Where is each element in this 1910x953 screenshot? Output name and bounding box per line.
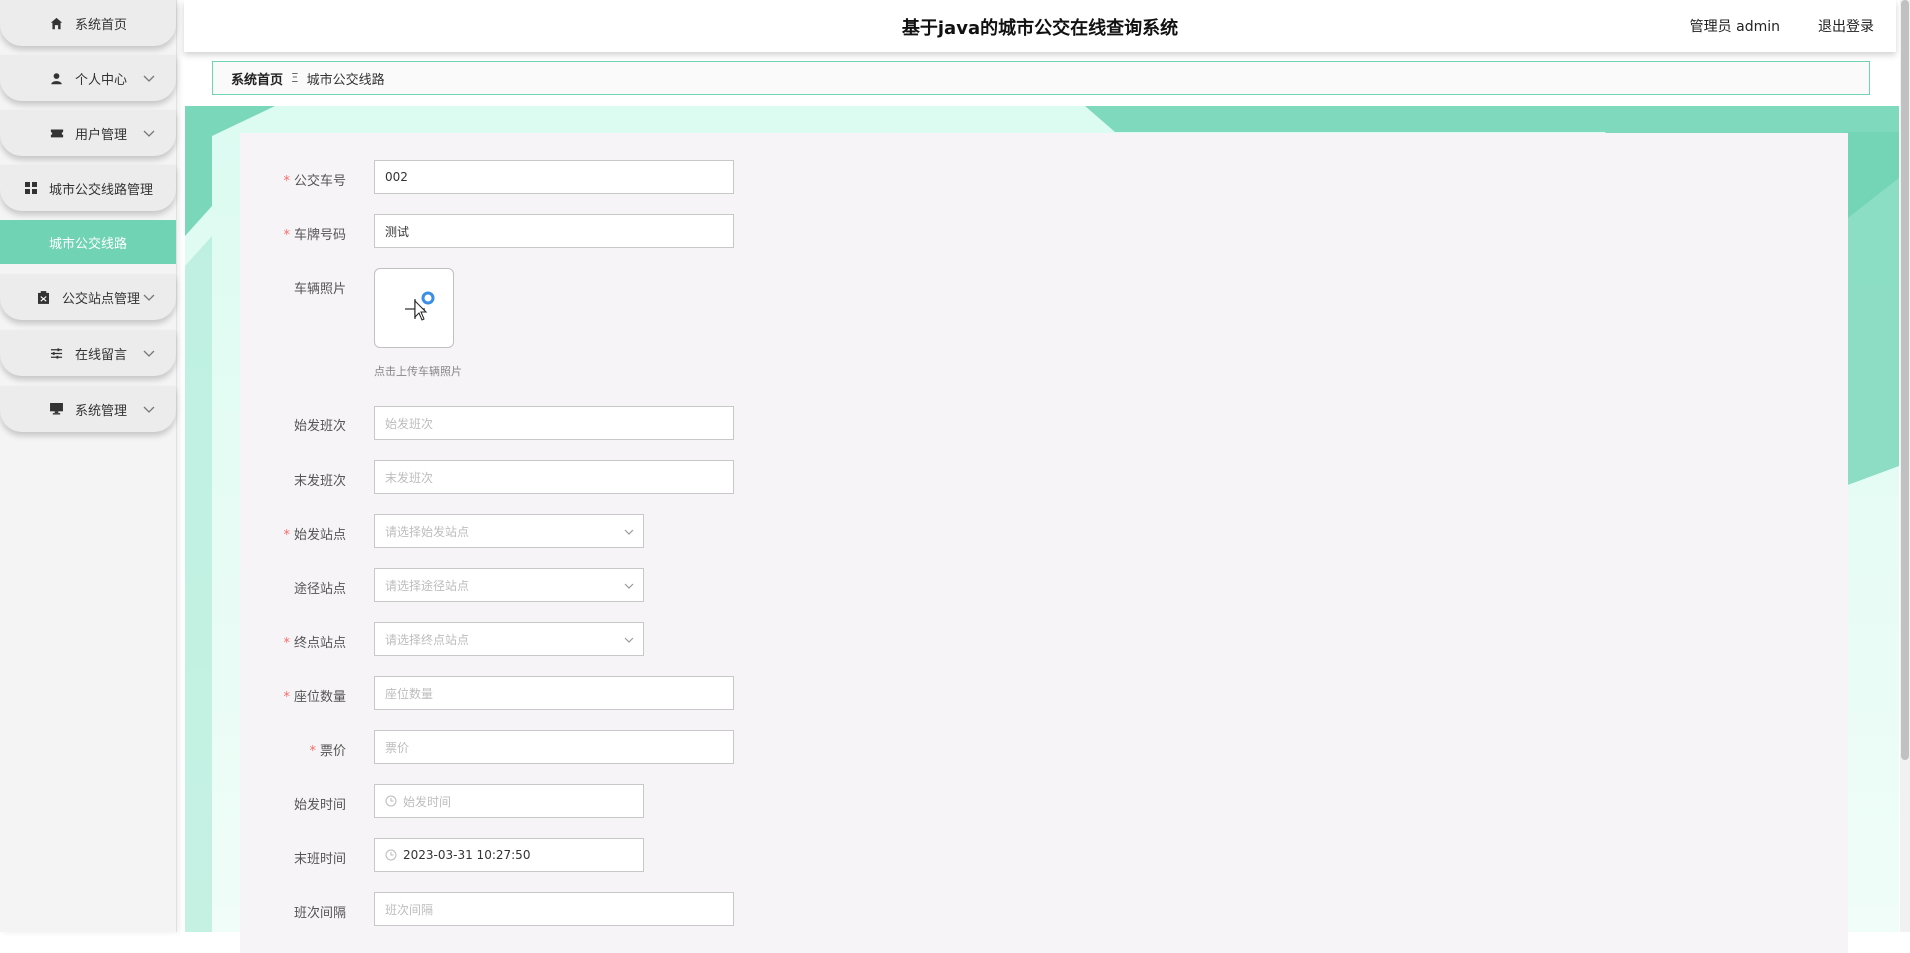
sliders-icon	[49, 345, 65, 361]
home-icon	[49, 15, 65, 31]
sidebar-item-label: 系统首页	[74, 17, 127, 33]
chevron-down-icon	[143, 130, 155, 137]
sidebar-item-system-management[interactable]: 系统管理	[0, 386, 176, 432]
current-user: 管理员 admin	[1689, 19, 1780, 35]
sidebar-item-label: 个人中心	[74, 72, 127, 88]
sidebar-item-label: 公交站点管理	[61, 291, 140, 307]
chevron-down-icon	[624, 637, 634, 643]
start-station-label: * 始发站点	[283, 528, 346, 543]
plate-no-input[interactable]: 测试	[374, 214, 734, 248]
required-marker: *	[309, 744, 316, 759]
required-marker: *	[283, 690, 290, 705]
chevron-down-icon	[143, 406, 155, 413]
end-time-picker[interactable]: 2023-03-31 10:27:50	[374, 838, 644, 872]
chevron-down-icon	[143, 294, 155, 301]
start-time-label: 始发时间	[293, 798, 346, 813]
start-time-picker[interactable]: 始发时间	[374, 784, 644, 818]
chevron-down-icon	[624, 529, 634, 535]
start-station-placeholder: 请选择始发站点	[385, 524, 470, 539]
sidebar-subitem-bus-route[interactable]: 城市公交线路	[0, 220, 176, 264]
sidebar: 系统首页 个人中心 用户管理 城市公交线路管理 城市公交线路 公交站点管理 在线…	[0, 0, 177, 932]
bus-no-label: * 公交车号	[283, 174, 346, 189]
fare-input[interactable]: 票价	[374, 730, 734, 764]
page-scrollbar[interactable]	[1900, 0, 1910, 932]
required-marker: *	[283, 528, 290, 543]
required-marker: *	[283, 636, 290, 651]
end-station-label: * 终点站点	[283, 636, 346, 651]
sidebar-item-label: 系统管理	[74, 403, 127, 419]
interval-label: 班次间隔	[293, 906, 346, 921]
seats-input[interactable]: 座位数量	[374, 676, 734, 710]
interval-input[interactable]: 班次间隔	[374, 892, 734, 926]
required-marker: *	[283, 174, 290, 189]
fare-label: * 票价	[309, 744, 346, 759]
breadcrumb-separator: Ξ	[291, 71, 299, 85]
last-shift-label: 末发班次	[293, 474, 346, 489]
clock-icon	[385, 795, 397, 807]
top-header: 基于java的城市公交在线查询系统 管理员 admin 退出登录	[184, 0, 1896, 52]
last-shift-input[interactable]: 末发班次	[374, 460, 734, 494]
end-time-value: 2023-03-31 10:27:50	[403, 848, 531, 862]
scrollbar-thumb[interactable]	[1901, 0, 1909, 760]
photo-label: 车辆照片	[293, 282, 346, 297]
sidebar-item-user-management[interactable]: 用户管理	[0, 110, 176, 156]
photo-upload-button[interactable]	[374, 268, 454, 348]
seats-label: * 座位数量	[283, 690, 346, 705]
bus-no-input[interactable]: 002	[374, 160, 734, 194]
clipboard-icon	[36, 289, 52, 305]
end-station-select[interactable]: 请选择终点站点	[374, 622, 644, 656]
plate-no-label: * 车牌号码	[283, 228, 346, 243]
user-icon	[49, 70, 65, 86]
sidebar-item-bus-route-management[interactable]: 城市公交线路管理	[0, 165, 176, 211]
photo-upload-hint: 点击上传车辆照片	[374, 365, 462, 378]
breadcrumb: 系统首页 Ξ 城市公交线路	[212, 61, 1870, 95]
sidebar-item-label: 城市公交线路管理	[48, 182, 153, 198]
end-station-placeholder: 请选择终点站点	[385, 632, 470, 647]
first-shift-label: 始发班次	[293, 419, 346, 434]
grid-icon	[23, 180, 39, 196]
start-station-select[interactable]: 请选择始发站点	[374, 514, 644, 548]
monitor-icon	[49, 401, 65, 417]
sidebar-item-personal-center[interactable]: 个人中心	[0, 55, 176, 101]
chevron-down-icon	[143, 75, 155, 82]
sidebar-item-home[interactable]: 系统首页	[0, 0, 176, 46]
breadcrumb-current: 城市公交线路	[306, 72, 385, 88]
clock-icon	[385, 849, 397, 861]
via-station-label: 途径站点	[293, 582, 346, 597]
sidebar-subitem-label: 城市公交线路	[48, 236, 127, 252]
required-marker: *	[283, 228, 290, 243]
via-station-placeholder: 请选择途径站点	[385, 578, 470, 593]
via-station-select[interactable]: 请选择途径站点	[374, 568, 644, 602]
ticket-icon	[49, 125, 65, 141]
page-title: 基于java的城市公交在线查询系统	[901, 18, 1179, 39]
plus-icon	[405, 291, 435, 321]
breadcrumb-home[interactable]: 系统首页	[231, 69, 283, 88]
start-time-placeholder: 始发时间	[403, 794, 452, 809]
sidebar-item-station-management[interactable]: 公交站点管理	[0, 274, 176, 320]
logout-button[interactable]: 退出登录	[1818, 16, 1874, 36]
chevron-down-icon	[624, 583, 634, 589]
chevron-down-icon	[143, 350, 155, 357]
first-shift-input[interactable]: 始发班次	[374, 406, 734, 440]
sidebar-item-label: 用户管理	[74, 127, 127, 143]
sidebar-item-online-message[interactable]: 在线留言	[0, 330, 176, 376]
sidebar-item-label: 在线留言	[74, 347, 127, 363]
end-time-label: 末班时间	[293, 852, 346, 867]
